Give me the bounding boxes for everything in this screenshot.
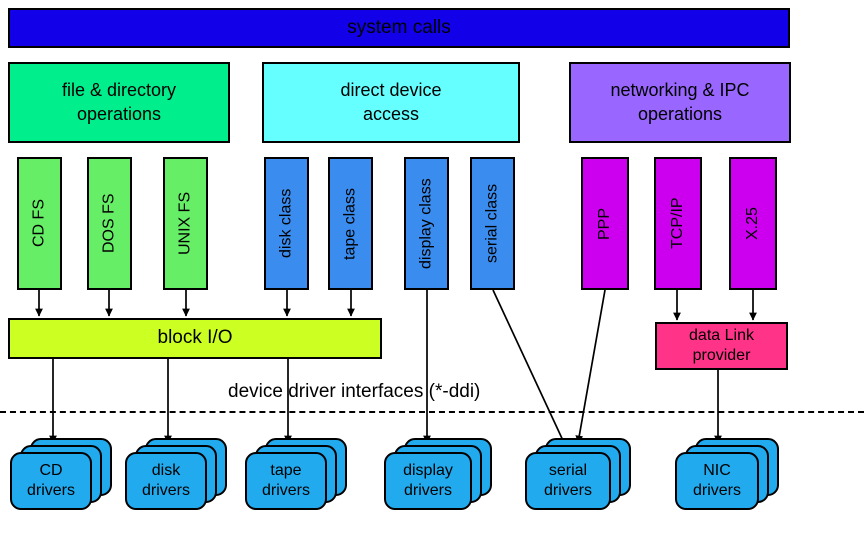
module-label: PPP (595, 207, 613, 240)
driver-card-front: disk drivers (125, 452, 207, 510)
subsystem-direct-device-access: direct device access (262, 62, 520, 143)
module-dos-fs: DOS FS (87, 157, 132, 290)
module-cd-fs: CD FS (17, 157, 62, 290)
driver-label: serial drivers (543, 462, 592, 499)
system-calls-bar: system calls (8, 8, 790, 48)
driver-label: NIC drivers (692, 462, 741, 499)
driver-label: CD drivers (26, 462, 75, 499)
module-unix-fs: UNIX FS (163, 157, 208, 290)
ddi-caption: device driver interfaces (*-ddi) (228, 381, 481, 402)
system-calls-label: system calls (347, 16, 451, 38)
module-label: TCP/IP (668, 197, 686, 250)
module-label: disk class (277, 188, 295, 259)
module-serial-class: serial class (470, 157, 515, 290)
driver-stack-cd-drivers: CD drivers (10, 438, 115, 518)
driver-card-front: CD drivers (10, 452, 92, 510)
driver-label: disk drivers (141, 462, 190, 499)
driver-label: display drivers (403, 462, 453, 499)
subsystem-file-directory-operations: file & directory operations (8, 62, 230, 143)
module-label: tape class (341, 187, 359, 260)
module-tcp-ip: TCP/IP (654, 157, 702, 290)
module-label: X.25 (743, 207, 761, 240)
driver-card-front: serial drivers (525, 452, 611, 510)
driver-stack-disk-drivers: disk drivers (125, 438, 230, 518)
module-tape-class: tape class (328, 157, 373, 290)
module-label: DOS FS (100, 193, 118, 254)
module-label: UNIX FS (176, 191, 194, 256)
module-label: serial class (483, 183, 501, 264)
subsystem-label: file & directory operations (61, 80, 177, 124)
driver-stack-serial-drivers: serial drivers (525, 438, 637, 518)
driver-card-front: display drivers (384, 452, 472, 510)
module-disk-class: disk class (264, 157, 309, 290)
block-io-label: block I/O (157, 327, 233, 349)
ddi-boundary-line (0, 411, 864, 413)
module-ppp: PPP (581, 157, 629, 290)
architecture-diagram: system calls file & directory operations … (0, 0, 864, 540)
driver-stack-nic-drivers: NIC drivers (675, 438, 785, 518)
subsystem-label: networking & IPC operations (610, 80, 750, 124)
driver-stack-tape-drivers: tape drivers (245, 438, 350, 518)
driver-stack-display-drivers: display drivers (384, 438, 499, 518)
subsystem-label: direct device access (340, 80, 442, 124)
driver-card-front: NIC drivers (675, 452, 759, 510)
subsystem-networking-ipc-operations: networking & IPC operations (569, 62, 791, 143)
driver-card-front: tape drivers (245, 452, 327, 510)
module-display-class: display class (404, 157, 449, 290)
module-label: CD FS (30, 199, 48, 248)
driver-label: tape drivers (261, 462, 310, 499)
module-x25: X.25 (729, 157, 777, 290)
data-link-provider-label: data Link provider (689, 326, 754, 364)
module-label: display class (417, 178, 435, 269)
data-link-provider-box: data Link provider (655, 322, 788, 370)
block-io-bar: block I/O (8, 318, 382, 359)
